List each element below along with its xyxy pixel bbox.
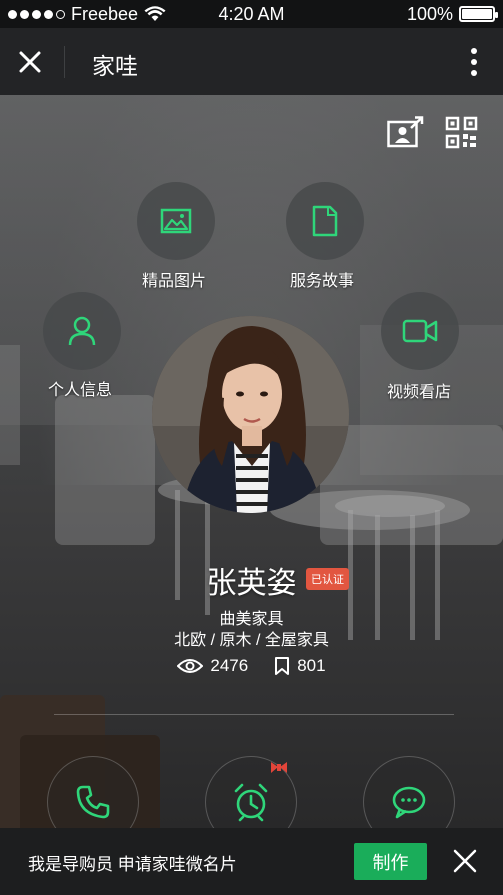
status-bar: Freebee 4:20 AM 100%	[0, 0, 503, 28]
page-title: 家哇	[92, 53, 138, 79]
personal-info-label: 个人信息	[48, 382, 113, 399]
profile-stats: 2476 801	[0, 656, 503, 676]
nav-divider	[64, 46, 65, 78]
video-camera-icon	[402, 319, 438, 343]
personal-info-button[interactable]	[43, 292, 121, 370]
video-store-label: 视频看店	[387, 384, 452, 401]
share-profile-icon[interactable]	[387, 116, 425, 148]
chat-bubble-icon	[392, 786, 426, 819]
close-icon[interactable]	[14, 46, 46, 78]
style-tags: 北欧 / 原木 / 全屋家具	[174, 632, 329, 649]
profile-name: 张英姿	[206, 567, 297, 600]
divider-line	[54, 714, 454, 715]
battery-icon	[459, 6, 498, 22]
gift-icon	[271, 762, 287, 773]
bookmarks-stat: 801	[274, 656, 326, 676]
nav-bar: 家哇	[0, 28, 503, 95]
gallery-label: 精品图片	[142, 273, 207, 290]
person-icon	[68, 316, 96, 346]
eye-icon	[177, 659, 204, 673]
image-icon	[160, 208, 192, 234]
video-store-button[interactable]	[381, 292, 459, 370]
bookmarks-count: 801	[297, 656, 326, 675]
make-card-button[interactable]: 制作	[354, 843, 427, 880]
gallery-button[interactable]	[137, 182, 215, 260]
battery-percent: 100%	[406, 3, 453, 24]
views-count: 2476	[210, 656, 249, 675]
more-vertical-icon[interactable]	[469, 46, 479, 78]
verified-badge: 已认证	[306, 568, 349, 590]
document-icon	[312, 205, 338, 237]
views-stat: 2476	[177, 656, 248, 676]
phone-icon	[76, 785, 110, 819]
promo-text: 我是导购员 申请家哇微名片	[28, 855, 237, 874]
profile-photo	[152, 316, 349, 513]
service-story-button[interactable]	[286, 182, 364, 260]
avatar[interactable]	[152, 316, 349, 513]
dismiss-icon[interactable]	[452, 848, 478, 874]
qr-code-icon[interactable]	[445, 116, 478, 149]
service-story-label: 服务故事	[290, 273, 355, 290]
bookmark-icon	[275, 657, 290, 675]
alarm-clock-icon	[234, 783, 268, 822]
promo-bar: 我是导购员 申请家哇微名片 制作	[0, 828, 503, 895]
